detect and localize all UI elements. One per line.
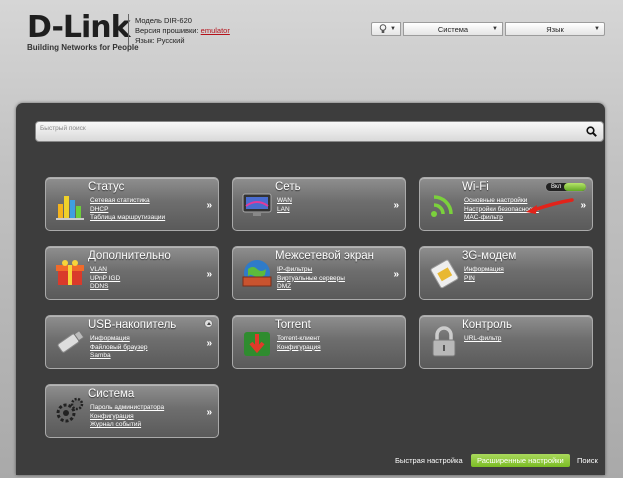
language-menu[interactable]: Язык ▼ <box>505 22 605 36</box>
monitor-icon <box>242 193 272 216</box>
system-menu-label: Система <box>437 24 469 34</box>
top-toolbar: ▼ Система ▼ Язык ▼ <box>371 22 605 36</box>
quick-setup-link[interactable]: Быстрая настройка <box>395 456 463 465</box>
toggle-knob <box>564 183 586 191</box>
device-info: Модель DIR-620 Версия прошивки: emulator… <box>135 16 230 46</box>
double-chevron-icon[interactable]: » <box>393 269 399 280</box>
card-title: Система <box>88 388 135 400</box>
card-title: Wi-Fi <box>462 181 489 193</box>
firmware-line: Версия прошивки: emulator <box>135 26 230 36</box>
card-title: 3G-модем <box>462 250 517 262</box>
link-event-log[interactable]: Журнал событий <box>90 421 164 430</box>
header-divider <box>128 14 129 46</box>
card-links: Пароль администратора Конфигурация Журна… <box>90 404 164 430</box>
link-configuration[interactable]: Конфигурация <box>277 344 321 353</box>
advanced-settings-button[interactable]: Расширенные настройки <box>471 454 570 467</box>
wifi-icon <box>431 195 453 217</box>
card-usb[interactable]: USB-накопитель Информация Файловый брауз… <box>45 315 219 369</box>
card-links: VLAN UPnP IGD DDNS <box>90 266 120 292</box>
gift-box-icon <box>56 260 84 285</box>
card-firewall[interactable]: Межсетевой экран IP-фильтры Виртуальные … <box>232 246 406 300</box>
card-title: Torrent <box>275 319 311 331</box>
link-network-stats[interactable]: Сетевая статистика <box>90 197 165 206</box>
link-dmz[interactable]: DMZ <box>277 283 345 292</box>
gears-icon <box>56 397 84 423</box>
link-virtual-servers[interactable]: Виртуальные серверы <box>277 275 345 284</box>
link-routing-table[interactable]: Таблица маршрутизации <box>90 214 165 223</box>
card-title: Дополнительно <box>88 250 171 262</box>
link-ip-filters[interactable]: IP-фильтры <box>277 266 345 275</box>
link-info[interactable]: Информация <box>464 266 504 275</box>
firmware-link[interactable]: emulator <box>201 26 230 35</box>
double-chevron-icon[interactable]: » <box>206 338 212 349</box>
dlink-logo: D-Link Building Networks for People <box>27 10 139 53</box>
sim-card-icon <box>430 259 459 289</box>
logo-tagline: Building Networks for People <box>27 43 139 52</box>
card-3g-modem[interactable]: 3G-модем Информация PIN <box>419 246 593 300</box>
bar-chart-icon <box>56 196 84 220</box>
model-line: Модель DIR-620 <box>135 16 192 25</box>
card-title: Межсетевой экран <box>275 250 375 262</box>
link-configuration[interactable]: Конфигурация <box>90 413 164 422</box>
link-vlan[interactable]: VLAN <box>90 266 120 275</box>
card-title: Сеть <box>275 181 301 193</box>
card-links: IP-фильтры Виртуальные серверы DMZ <box>277 266 345 292</box>
quick-search[interactable]: Быстрый поиск <box>35 121 604 142</box>
link-info[interactable]: Информация <box>90 335 148 344</box>
card-links: Torrent-клиент Конфигурация <box>277 335 321 352</box>
language-line: Язык: Русский <box>135 36 185 45</box>
card-torrent[interactable]: Torrent Torrent-клиент Конфигурация <box>232 315 406 369</box>
logo-wordmark: D-Link <box>27 10 131 45</box>
card-links: WAN LAN <box>277 197 292 214</box>
link-torrent-client[interactable]: Torrent-клиент <box>277 335 321 344</box>
link-upnp[interactable]: UPnP IGD <box>90 275 120 284</box>
link-file-browser[interactable]: Файловый браузер <box>90 344 148 353</box>
link-ddns[interactable]: DDNS <box>90 283 120 292</box>
card-status[interactable]: Статус Сетевая статистика DHCP Таблица м… <box>45 177 219 231</box>
system-menu[interactable]: Система ▼ <box>403 22 503 36</box>
red-annotation-arrow-icon <box>526 198 574 214</box>
search-icon[interactable] <box>586 126 597 137</box>
search-link[interactable]: Поиск <box>577 456 598 465</box>
wifi-toggle-label: Вкл <box>551 184 562 190</box>
card-title: Статус <box>88 181 125 193</box>
link-lan[interactable]: LAN <box>277 206 292 215</box>
chevron-down-icon: ▼ <box>594 26 600 32</box>
globe-firewall-icon <box>242 260 272 287</box>
download-icon <box>244 332 270 356</box>
card-network[interactable]: Сеть WAN LAN » <box>232 177 406 231</box>
card-links: Информация Файловый браузер Samba <box>90 335 148 361</box>
search-input[interactable]: Быстрый поиск <box>40 125 86 132</box>
link-admin-password[interactable]: Пароль администратора <box>90 404 164 413</box>
eject-icon[interactable] <box>204 319 213 328</box>
double-chevron-icon[interactable]: » <box>393 200 399 211</box>
card-system[interactable]: Система Пароль администратора Конфигурац… <box>45 384 219 438</box>
double-chevron-icon[interactable]: » <box>580 200 586 211</box>
lightbulb-icon <box>379 24 387 33</box>
card-links: Информация PIN <box>464 266 504 283</box>
lock-icon <box>432 326 456 357</box>
usb-drive-icon <box>57 329 85 353</box>
chevron-down-icon: ▼ <box>492 26 498 32</box>
link-url-filter[interactable]: URL-фильтр <box>464 335 501 344</box>
link-samba[interactable]: Samba <box>90 352 148 361</box>
link-wan[interactable]: WAN <box>277 197 292 206</box>
firmware-label: Версия прошивки: <box>135 26 199 35</box>
double-chevron-icon[interactable]: » <box>206 269 212 280</box>
chevron-down-icon: ▼ <box>390 26 396 32</box>
card-links: Сетевая статистика DHCP Таблица маршрути… <box>90 197 165 223</box>
double-chevron-icon[interactable]: » <box>206 200 212 211</box>
card-title: USB-накопитель <box>88 319 177 331</box>
help-dropdown[interactable]: ▼ <box>371 22 401 36</box>
main-panel: Быстрый поиск Статус Сетевая статистика … <box>16 103 605 475</box>
card-control[interactable]: Контроль URL-фильтр <box>419 315 593 369</box>
card-links: URL-фильтр <box>464 335 501 344</box>
language-menu-label: Язык <box>546 24 564 34</box>
double-chevron-icon[interactable]: » <box>206 407 212 418</box>
link-dhcp[interactable]: DHCP <box>90 206 165 215</box>
wifi-toggle[interactable]: Вкл <box>545 182 587 192</box>
card-advanced[interactable]: Дополнительно VLAN UPnP IGD DDNS » <box>45 246 219 300</box>
link-pin[interactable]: PIN <box>464 275 504 284</box>
card-title: Контроль <box>462 319 512 331</box>
